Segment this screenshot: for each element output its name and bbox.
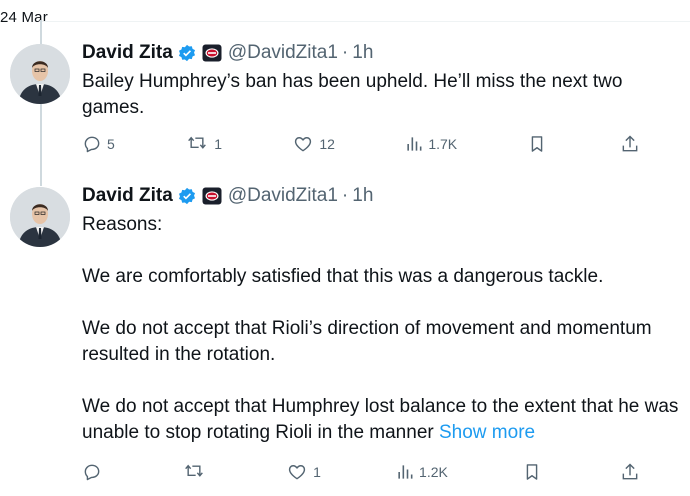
share-icon bbox=[622, 135, 638, 152]
share-icon bbox=[622, 463, 638, 480]
affiliate-badge-icon[interactable] bbox=[202, 44, 222, 62]
like-count: 1 bbox=[313, 464, 321, 480]
views-count: 1.7K bbox=[428, 136, 458, 152]
tweet-paragraph: Bailey Humphrey’s ban has been upheld. H… bbox=[82, 71, 623, 118]
views-chart-icon bbox=[407, 137, 422, 151]
bookmark-icon bbox=[526, 464, 538, 480]
author-name[interactable]: David Zita bbox=[82, 42, 173, 64]
like-button[interactable]: 12 bbox=[292, 132, 335, 156]
reply-count: 5 bbox=[107, 136, 115, 152]
like-button[interactable]: 1 bbox=[286, 460, 321, 484]
separator-dot: · bbox=[341, 42, 349, 63]
like-count: 12 bbox=[319, 136, 335, 152]
tweet-paragraph-text: We do not accept that Humphrey lost bala… bbox=[82, 396, 679, 443]
views-button[interactable]: 1.2K bbox=[396, 460, 448, 484]
bookmark-button[interactable] bbox=[523, 460, 545, 484]
avatar[interactable] bbox=[10, 187, 70, 247]
reply-icon bbox=[84, 136, 100, 153]
share-button[interactable] bbox=[620, 460, 642, 484]
reply-button[interactable]: 5 bbox=[82, 132, 115, 156]
views-chart-icon bbox=[398, 465, 413, 479]
affiliate-badge-icon[interactable] bbox=[202, 187, 222, 205]
show-more-link[interactable]: Show more bbox=[439, 422, 535, 443]
avatar-image bbox=[10, 44, 70, 104]
timestamp[interactable]: 1h bbox=[352, 185, 373, 207]
tweet-text: Bailey Humphrey’s ban has been upheld. H… bbox=[82, 69, 682, 121]
author-handle[interactable]: @DavidZita1 bbox=[228, 42, 338, 64]
share-button[interactable] bbox=[620, 132, 642, 156]
tweet-header: David Zita @DavidZita1 · 1h bbox=[82, 40, 682, 66]
reply-button[interactable] bbox=[82, 460, 107, 484]
separator-dot: · bbox=[341, 185, 349, 206]
heart-icon bbox=[289, 465, 306, 480]
heart-icon bbox=[295, 137, 312, 152]
views-button[interactable]: 1.7K bbox=[405, 132, 457, 156]
author-handle[interactable]: @DavidZita1 bbox=[228, 185, 338, 207]
author-name[interactable]: David Zita bbox=[82, 185, 173, 207]
avatar-image bbox=[10, 187, 70, 247]
tweet-actions: 5 1 12 1.7K bbox=[82, 132, 642, 156]
reply-icon bbox=[84, 464, 100, 481]
tweet-paragraph: We are comfortably satisfied that this w… bbox=[82, 266, 604, 287]
tweet-thread: 24 Mar David Zita @DavidZita1 · 1h Baile… bbox=[0, 0, 690, 496]
tweet-paragraph: We do not accept that Humphrey lost bala… bbox=[82, 394, 682, 446]
tweet-paragraph: We do not accept that Rioli’s direction … bbox=[82, 318, 652, 365]
views-count: 1.2K bbox=[419, 464, 448, 480]
tweet-paragraph: Reasons: bbox=[82, 214, 163, 235]
bookmark-button[interactable] bbox=[528, 132, 550, 156]
tweet-text: Reasons: We are comfortably satisfied th… bbox=[82, 212, 682, 446]
divider bbox=[40, 21, 690, 22]
tweet-header: David Zita @DavidZita1 · 1h bbox=[82, 183, 682, 209]
retweet-button[interactable] bbox=[182, 460, 211, 484]
retweet-icon bbox=[188, 136, 207, 149]
retweet-count: 1 bbox=[214, 136, 222, 152]
verified-badge-icon bbox=[178, 44, 196, 62]
tweet-actions: 1 1.2K bbox=[82, 460, 642, 484]
verified-badge-icon bbox=[178, 187, 196, 205]
timestamp[interactable]: 1h bbox=[352, 42, 373, 64]
retweet-button[interactable]: 1 bbox=[185, 132, 222, 156]
avatar[interactable] bbox=[10, 44, 70, 104]
retweet-icon bbox=[185, 464, 203, 477]
bookmark-icon bbox=[531, 136, 542, 152]
